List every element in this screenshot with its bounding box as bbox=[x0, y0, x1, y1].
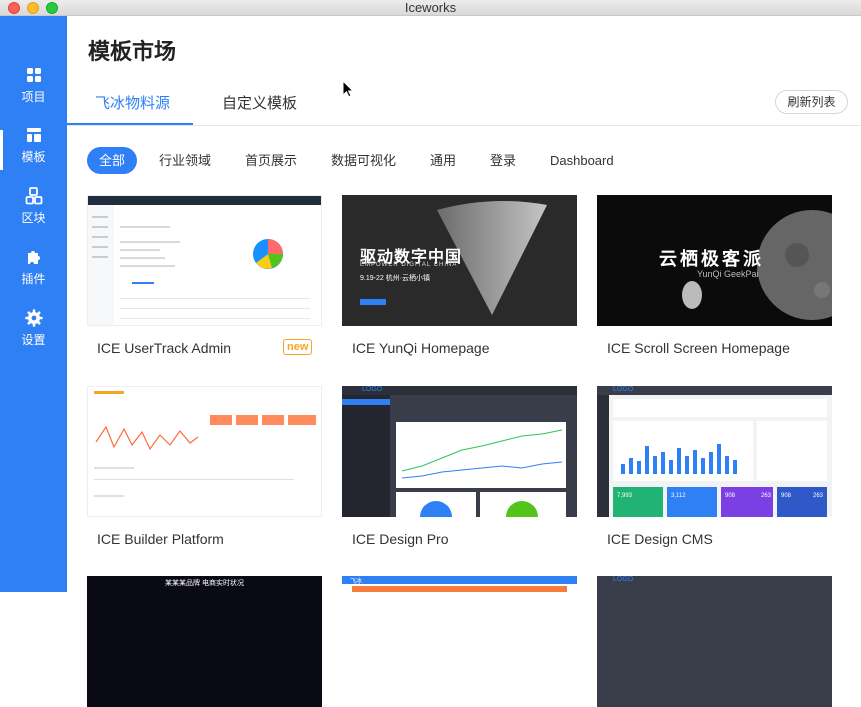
template-name: ICE Builder Platform bbox=[97, 531, 224, 547]
gear-icon bbox=[24, 309, 43, 327]
template-thumbnail bbox=[87, 195, 322, 326]
window-title: Iceworks bbox=[404, 0, 457, 15]
filter-industry[interactable]: 行业领域 bbox=[159, 147, 211, 174]
filter-dashboard[interactable]: Dashboard bbox=[550, 147, 614, 174]
stat-value: 263 bbox=[761, 493, 772, 499]
template-thumbnail bbox=[87, 386, 322, 517]
banner-subtitle: YunQi GeekPai bbox=[697, 269, 759, 279]
sidebar-item-label: 设置 bbox=[21, 333, 46, 347]
brand-logo: 飞冰 bbox=[350, 579, 363, 585]
banner-subtitle: EMPOWER DIGITAL CHINA bbox=[360, 262, 458, 268]
template-thumbnail: 云栖极客派 YunQi GeekPai bbox=[597, 195, 832, 326]
puzzle-icon bbox=[27, 251, 40, 264]
template-name: ICE Design CMS bbox=[607, 531, 713, 547]
sidebar-item-projects[interactable]: 项目 bbox=[0, 66, 67, 122]
template-name: ICE Scroll Screen Homepage bbox=[607, 340, 790, 356]
banner-title: 云栖极客派 bbox=[659, 249, 764, 269]
filter-all[interactable]: 全部 bbox=[87, 147, 138, 174]
template-thumbnail: LOGO bbox=[597, 576, 832, 707]
new-badge: new bbox=[283, 339, 313, 355]
sidebar-item-label: 模板 bbox=[21, 150, 46, 164]
template-thumbnail: 飞冰 bbox=[342, 576, 577, 707]
template-thumbnail: LOGO 7,993 3,112 908 263 908 263 bbox=[597, 386, 832, 517]
template-name: ICE YunQi Homepage bbox=[352, 340, 490, 356]
sidebar: 项目 模板 区块 插件 设置 bbox=[0, 16, 67, 592]
refresh-list-button[interactable]: 刷新列表 bbox=[775, 90, 848, 114]
filter-data-visualization[interactable]: 数据可视化 bbox=[331, 147, 396, 174]
layout-icon bbox=[26, 128, 41, 142]
template-thumbnail: 某某某品牌 电商实时状况 bbox=[87, 576, 322, 707]
blocks-icon bbox=[25, 187, 42, 205]
tab-custom-templates[interactable]: 自定义模板 bbox=[222, 92, 297, 113]
brand-logo: LOGO bbox=[613, 386, 634, 393]
template-thumbnail: 驱动数字中国 EMPOWER DIGITAL CHINA 9.19-22 杭州·… bbox=[342, 195, 577, 326]
filter-general[interactable]: 通用 bbox=[430, 147, 456, 174]
template-thumbnail: LOGO bbox=[342, 386, 577, 517]
template-name: ICE UserTrack Admin bbox=[97, 340, 232, 356]
page-title: 模板市场 bbox=[88, 39, 177, 64]
sidebar-item-label: 区块 bbox=[21, 211, 46, 225]
stat-value: 908 bbox=[725, 493, 736, 499]
source-tabs: 飞冰物料源 自定义模板 bbox=[67, 82, 861, 126]
sidebar-item-label: 项目 bbox=[21, 90, 46, 104]
sidebar-item-blocks[interactable]: 区块 bbox=[0, 187, 67, 243]
tab-active-indicator bbox=[67, 123, 193, 125]
tab-ice-materials[interactable]: 飞冰物料源 bbox=[95, 92, 170, 113]
filter-login[interactable]: 登录 bbox=[490, 147, 516, 174]
stat-value: 908 bbox=[781, 493, 792, 499]
sidebar-item-templates[interactable]: 模板 bbox=[0, 126, 67, 182]
mouse-cursor-icon bbox=[342, 80, 354, 98]
stat-value: 7,993 bbox=[617, 493, 633, 499]
brand-logo: LOGO bbox=[362, 386, 383, 393]
brand-logo: LOGO bbox=[613, 576, 634, 583]
stat-value: 263 bbox=[813, 493, 824, 499]
filter-homepage[interactable]: 首页展示 bbox=[245, 147, 297, 174]
banner-title: 某某某品牌 电商实时状况 bbox=[165, 580, 244, 587]
banner-date: 9.19-22 杭州·云栖小镇 bbox=[360, 275, 431, 282]
title-bar: Iceworks bbox=[0, 0, 861, 16]
grid-icon bbox=[26, 68, 41, 82]
sidebar-item-settings[interactable]: 设置 bbox=[0, 309, 67, 365]
template-name: ICE Design Pro bbox=[352, 531, 449, 547]
stat-value: 3,112 bbox=[671, 493, 686, 499]
sidebar-item-plugins[interactable]: 插件 bbox=[0, 248, 67, 304]
sidebar-item-label: 插件 bbox=[21, 272, 46, 286]
